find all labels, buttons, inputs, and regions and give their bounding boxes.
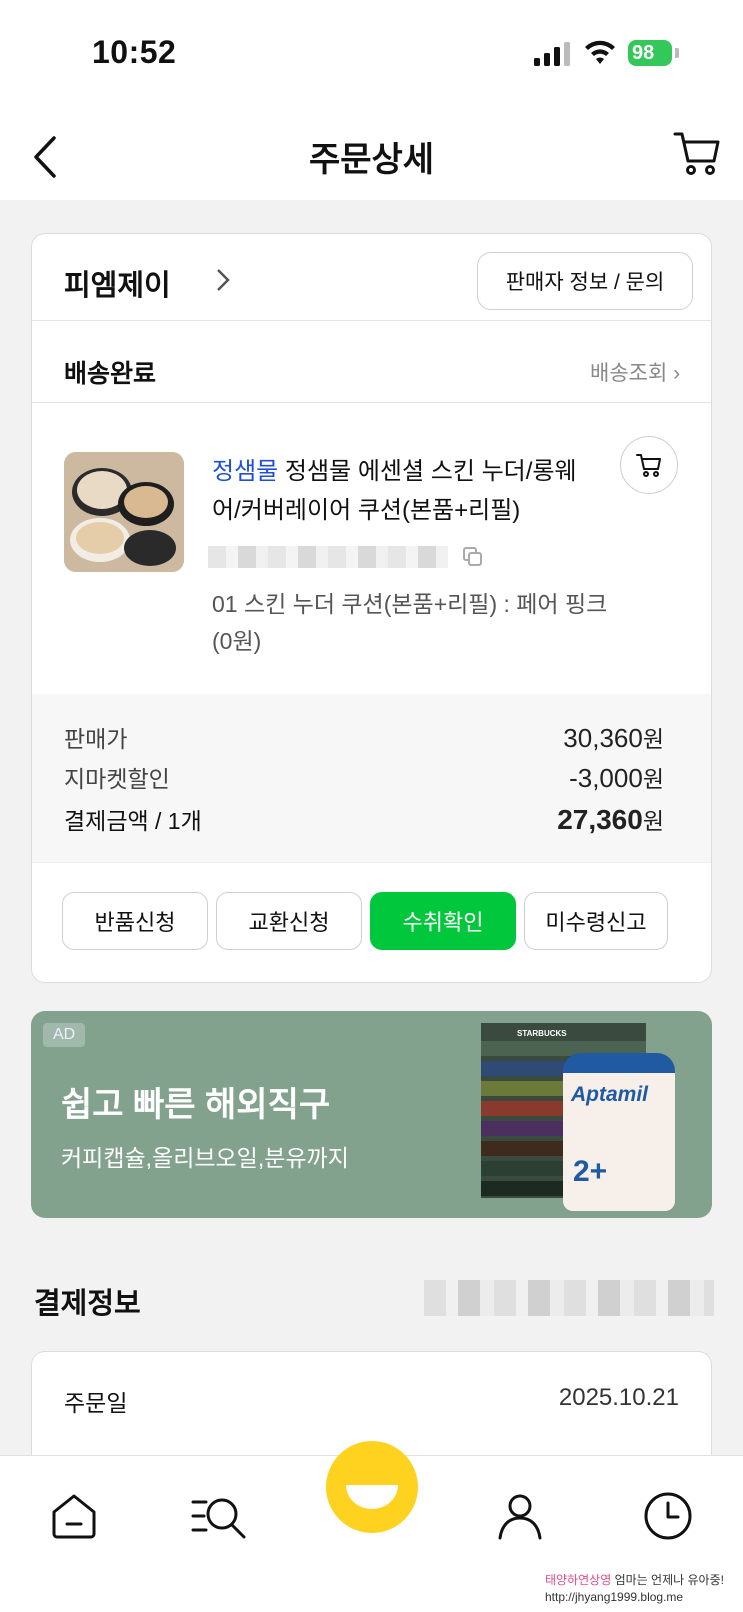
copy-icon[interactable] [462,546,484,568]
smile-icon [346,1485,398,1509]
seller-info-button[interactable]: 판매자 정보 / 문의 [477,252,693,310]
seller-name[interactable]: 피엠제이 [64,262,171,304]
cellular-signal-icon [534,42,570,66]
ad-banner[interactable]: AD 쉽고 빠른 해외직구 커피캡슐,올리브오일,분유까지 STARBUCKS … [31,1011,712,1218]
redacted-payment-info [424,1280,714,1316]
cart-icon[interactable] [672,128,722,178]
ad-badge: AD [43,1023,86,1047]
battery-indicator: 98 [628,40,672,66]
user-icon [498,1494,542,1540]
price-label: 지마켓할인 [64,766,170,792]
exchange-request-button[interactable]: 교환신청 [216,892,362,950]
price-label: 결제금액 / 1개 [64,808,202,834]
cart-icon [636,454,661,477]
cushion-compact-image [64,452,184,572]
payment-section-title: 결제정보 [34,1288,141,1320]
watermark-url: http://jhyang1999.blog.me [545,1590,684,1604]
order-date-value: 2025.10.21 [558,1384,679,1411]
nav-center-smile-button[interactable] [326,1441,418,1533]
price-row-total: 결제금액 / 1개 27,360원 [64,802,664,836]
nav-my-page[interactable] [490,1486,550,1546]
tracking-link[interactable]: 배송조회 › [590,357,680,387]
home-icon [52,1494,96,1539]
category-search-icon [191,1498,246,1539]
redacted-order-number [208,546,448,568]
price-row-sale: 판매가 30,360원 [64,720,664,754]
page-title: 주문상세 [308,141,435,179]
nav-category-search[interactable] [190,1486,250,1546]
ad-product-stage: 2+ [573,1155,608,1188]
price-value: 27,360원 [557,804,664,835]
formula-can-image: Aptamil 2+ [563,1053,675,1211]
price-label: 판매가 [64,726,128,752]
ad-box-brand: STARBUCKS [517,1029,567,1038]
price-value: 30,360원 [563,723,664,753]
divider [32,320,711,321]
report-not-received-button[interactable]: 미수령신고 [524,892,668,950]
chevron-right-icon: › [673,362,681,385]
chevron-right-icon[interactable] [216,268,230,292]
delivery-status: 배송완료 [64,360,157,388]
ad-subtitle: 커피캡슐,올리브오일,분유까지 [61,1145,349,1171]
order-date-label: 주문일 [64,1390,128,1416]
add-to-cart-button[interactable] [620,436,678,494]
status-bar: 10:52 98 [0,0,743,100]
return-request-button[interactable]: 반품신청 [62,892,208,950]
product-title[interactable]: 정샘물 정샘물 에센셜 스킨 누더/롱웨어/커버레이어 쿠션(본품+리필) [212,452,592,530]
ad-title: 쉽고 빠른 해외직구 [61,1086,331,1124]
product-option: 01 스킨 누더 쿠션(본품+리필) : 페어 핑크 (0원) [212,591,608,654]
order-card: 피엠제이 판매자 정보 / 문의 배송완료 배송조회 › 정샘물 정샘물 에센셜… [31,233,712,983]
nav-home[interactable] [44,1486,104,1546]
blog-watermark: 태양하연상영 엄마는 언제나 유아중! http://jhyang1999.bl… [545,1572,724,1606]
clock-icon [644,1492,692,1540]
wifi-icon [585,40,615,64]
nav-recent[interactable] [638,1486,698,1546]
tracking-link-label: 배송조회 [590,362,668,385]
confirm-receipt-button[interactable]: 수취확인 [370,892,516,950]
divider [32,402,711,403]
ad-product-brand: Aptamil [571,1083,649,1106]
price-row-discount: 지마켓할인 -3,000원 [64,760,664,794]
price-summary: 판매가 30,360원 지마켓할인 -3,000원 결제금액 / 1개 27,3… [32,694,711,862]
product-brand: 정샘물 [212,458,279,485]
product-thumbnail[interactable] [64,452,184,572]
status-time: 10:52 [92,34,177,70]
price-value: -3,000원 [569,763,664,793]
watermark-line1: 태양하연상영 엄마는 언제나 유아중! [545,1573,724,1587]
divider [32,862,711,863]
battery-tip [675,48,679,58]
